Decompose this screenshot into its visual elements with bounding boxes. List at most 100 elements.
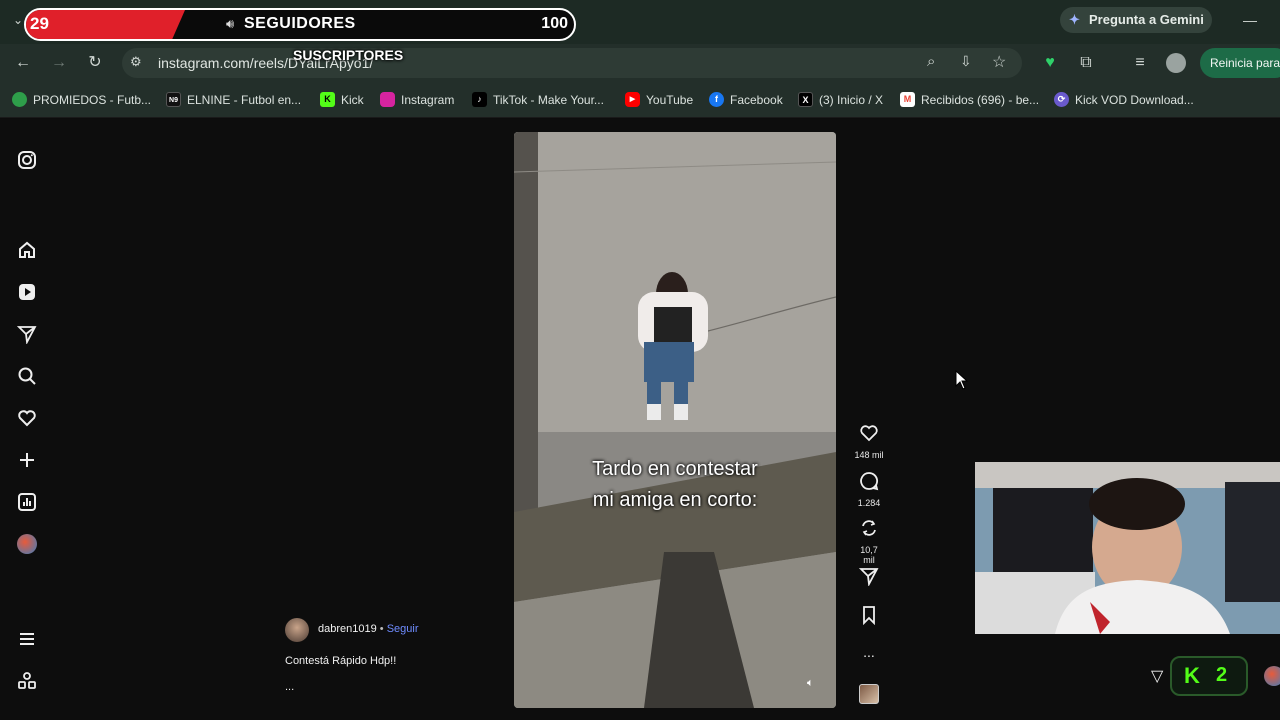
comment-action[interactable]: 1.284 (854, 471, 884, 508)
tiktok-icon: ♪ (472, 92, 487, 107)
youtube-icon: ▶ (625, 92, 640, 107)
speaker-icon: 🔊︎ (226, 16, 235, 31)
goal-subtitle: SUSCRIPTORES (293, 47, 404, 63)
extensions-puzzle-icon[interactable]: ⧉ (1076, 53, 1096, 73)
kick-viewers-widget: K 2 (1170, 656, 1248, 696)
profile-avatar[interactable] (1166, 53, 1186, 73)
more-description-link[interactable]: ... (285, 681, 294, 693)
audio-thumbnail[interactable] (859, 684, 879, 704)
bookmark-gmail[interactable]: M Recibidos (696) - be... (900, 92, 1039, 107)
bookmark-label: Facebook (730, 92, 783, 107)
bookmark-label: Instagram (401, 92, 455, 107)
zoom-icon[interactable]: ⌕ (927, 53, 935, 70)
bookmark-elnine[interactable]: N9 ELNINE - Futbol en... (166, 92, 301, 107)
gemini-sparkle-icon: ✦ (1069, 12, 1080, 27)
save-action[interactable] (854, 605, 884, 630)
like-count: 148 mil (854, 450, 884, 460)
search-icon[interactable] (17, 366, 37, 386)
bookmark-label: Kick VOD Download... (1075, 92, 1194, 107)
more-options-button[interactable]: ... (854, 644, 884, 660)
menu-hamburger-icon[interactable] (17, 629, 37, 649)
bookmark-x[interactable]: X (3) Inicio / X (798, 92, 883, 107)
gemini-label: Pregunta a Gemini (1089, 12, 1204, 27)
also-from-meta-icon[interactable] (17, 671, 37, 691)
separator-dot: • (379, 623, 384, 635)
reels-icon[interactable] (17, 282, 37, 302)
restart-label: Reinicia para (1210, 56, 1280, 70)
follow-button[interactable]: Seguir (387, 623, 419, 635)
bookmark-instagram[interactable]: Instagram (380, 92, 454, 107)
comment-count: 1.284 (857, 498, 881, 508)
install-app-icon[interactable]: ⇩ (960, 53, 972, 70)
share-send-icon[interactable] (858, 566, 879, 587)
bookmark-kick[interactable]: K Kick (320, 92, 364, 107)
reel-video[interactable]: Tardo en contestar mi amiga en corto: 🔈︎ (514, 132, 836, 708)
x-icon: X (798, 92, 813, 107)
followers-goal-overlay: 29 🔊︎ SEGUIDORES 100 (24, 8, 576, 41)
repost-icon[interactable] (859, 518, 879, 538)
bookmark-save-icon[interactable] (859, 605, 879, 626)
bookmark-youtube[interactable]: ▶ YouTube (625, 92, 693, 107)
bookmark-label: Kick (341, 92, 364, 107)
reload-icon[interactable]: ↻ (85, 53, 105, 73)
webcam-frame (975, 462, 1280, 634)
caption-line-1: Tardo en contestar (592, 458, 758, 480)
bookmark-promiedos[interactable]: PROMIEDOS - Futb... (12, 92, 151, 107)
extension-cloud-icon[interactable]: ♥ (1040, 53, 1060, 73)
author-username[interactable]: dabren1019 (318, 623, 377, 635)
share-action[interactable] (854, 566, 884, 591)
restart-button[interactable]: Reinicia para (1200, 48, 1280, 78)
goal-target-count: 100 (541, 15, 568, 32)
instagram-icon (380, 92, 395, 107)
create-plus-icon[interactable] (17, 450, 37, 470)
gemini-button[interactable]: ✦ Pregunta a Gemini (1060, 7, 1212, 33)
site-info-icon[interactable]: ⚙ (130, 54, 142, 70)
dashboard-icon[interactable] (17, 492, 37, 512)
bookmark-star-icon[interactable]: ☆ (992, 52, 1006, 72)
forward-icon[interactable]: → (49, 53, 69, 73)
gmail-icon: M (900, 92, 915, 107)
kickvod-icon: ⟳ (1054, 92, 1069, 107)
reel-description: Contestá Rápido Hdp!! (285, 655, 397, 667)
repost-count: 10,7 mil (860, 545, 878, 565)
caption-line-2: mi amiga en corto: (592, 489, 758, 511)
bookmark-label: ELNINE - Futbol en... (187, 92, 302, 107)
home-icon[interactable] (17, 240, 37, 260)
goal-title: SEGUIDORES (244, 15, 356, 32)
promiedos-icon (12, 92, 27, 107)
facebook-icon: f (709, 92, 724, 107)
kick-logo-icon: K (1184, 663, 1200, 688)
profile-avatar-nav[interactable] (17, 534, 37, 554)
webcam-overlay (975, 462, 1280, 634)
reel-caption-overlay: Tardo en contestar mi amiga en corto: (514, 454, 836, 516)
instagram-logo-icon[interactable] (17, 150, 37, 170)
author-avatar[interactable] (285, 618, 309, 642)
bookmark-tiktok[interactable]: ♪ TikTok - Make Your... (472, 92, 604, 107)
kick-icon: K (320, 92, 335, 107)
like-heart-icon[interactable] (859, 423, 879, 443)
kick-send-icon[interactable]: ▽ (1151, 666, 1163, 686)
bookmark-label: TikTok - Make Your... (493, 92, 604, 107)
mute-icon[interactable]: 🔈︎ (807, 677, 814, 690)
mouse-cursor-icon (955, 370, 969, 390)
bookmark-label: PROMIEDOS - Futb... (33, 92, 152, 107)
elnine-icon: N9 (166, 92, 181, 107)
bookmark-kickvod[interactable]: ⟳ Kick VOD Download... (1054, 92, 1194, 107)
bookmark-label: YouTube (646, 92, 694, 107)
bookmark-facebook[interactable]: f Facebook (709, 92, 783, 107)
comment-icon[interactable] (859, 471, 879, 491)
bookmark-label: Recibidos (696) - be... (921, 92, 1040, 107)
goal-current-count: 29 (30, 14, 49, 33)
reel-video-frame (514, 132, 836, 708)
like-action[interactable]: 148 mil (854, 423, 884, 460)
minimize-icon[interactable]: — (1240, 10, 1260, 30)
heart-icon[interactable] (17, 408, 37, 428)
kick-viewer-count: 2 (1216, 664, 1228, 686)
media-controls-icon[interactable]: ≡ (1130, 53, 1150, 73)
goal-progress-fill (26, 10, 185, 39)
back-icon[interactable]: ← (13, 53, 33, 73)
send-icon[interactable] (17, 324, 37, 344)
repost-action[interactable]: 10,7 mil (854, 518, 884, 565)
kick-avatar (1264, 666, 1280, 686)
author-line: dabren1019 • Seguir (318, 623, 419, 635)
